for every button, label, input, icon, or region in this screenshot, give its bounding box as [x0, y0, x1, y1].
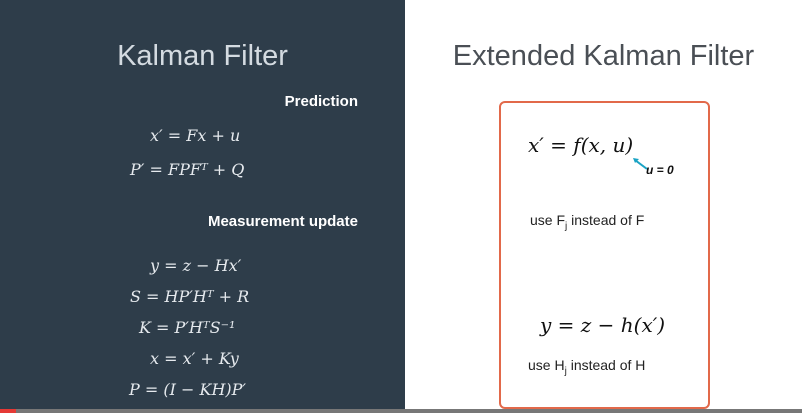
- use-hj-note-prefix: use H: [528, 357, 565, 373]
- use-hj-note-suffix: instead of H: [566, 357, 646, 373]
- measurement-equation-innovation-covariance: S = HP′Hᵀ + R: [130, 287, 250, 306]
- measurement-equation-covariance-update: P = (I − KH)P′: [129, 380, 247, 399]
- video-progress-bar[interactable]: [0, 409, 802, 413]
- ekf-update-equation: y = z − h(x′): [540, 313, 666, 337]
- measurement-update-label: Measurement update: [207, 213, 358, 230]
- prediction-equation-covariance: P′ = FPFᵀ + Q: [130, 160, 245, 179]
- slide: Kalman Filter Prediction x′ = Fx + u P′ …: [0, 0, 802, 413]
- kalman-filter-title: Kalman Filter: [117, 40, 288, 72]
- measurement-equation-innovation: y = z − Hx′: [150, 256, 242, 275]
- prediction-label: Prediction: [284, 93, 358, 110]
- prediction-equation-state: x′ = Fx + u: [150, 126, 241, 145]
- use-hj-note: use Hj instead of H: [528, 357, 645, 377]
- extended-kalman-filter-title: Extended Kalman Filter: [452, 40, 755, 72]
- measurement-equation-kalman-gain: K = P′HᵀS⁻¹: [139, 318, 236, 337]
- measurement-equation-state-update: x = x′ + Ky: [150, 349, 239, 368]
- ekf-prediction-equation: x′ = f(x, u): [528, 133, 634, 157]
- use-fj-note-prefix: use F: [530, 212, 566, 228]
- u-zero-note: u = 0: [646, 163, 674, 177]
- use-fj-note-suffix: instead of F: [567, 212, 645, 228]
- video-progress-fill: [0, 409, 17, 413]
- use-fj-note: use Fj instead of F: [530, 212, 644, 232]
